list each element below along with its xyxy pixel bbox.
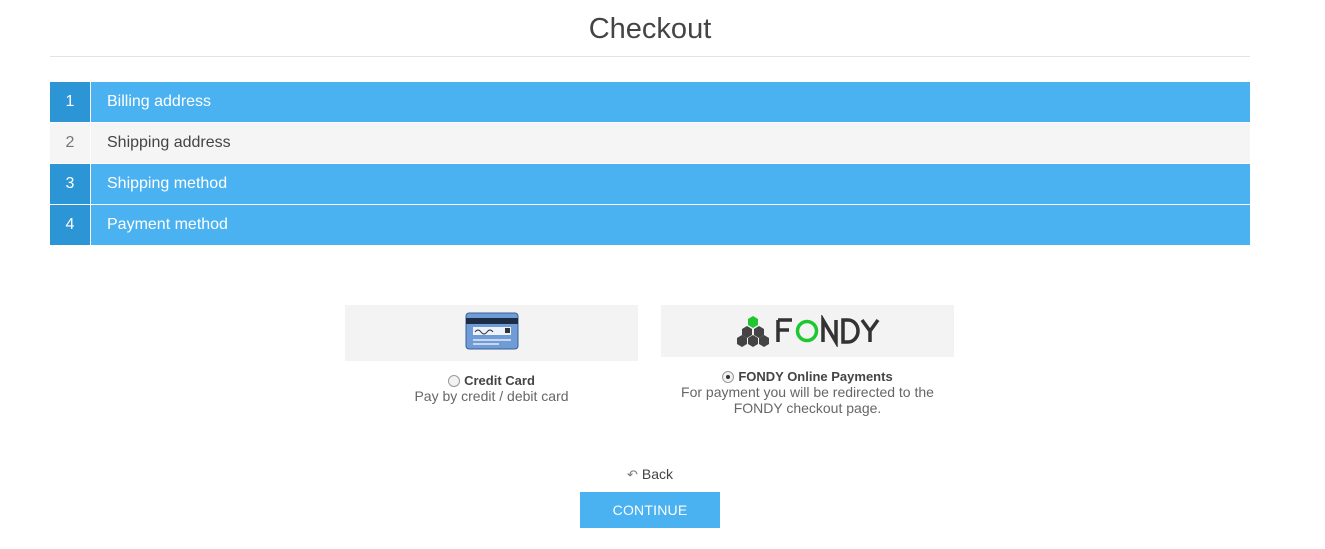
credit-card-icon (465, 312, 519, 355)
step-number: 1 (50, 82, 91, 122)
step-number: 2 (50, 123, 91, 163)
payment-method-description: For payment you will be redirected to th… (681, 384, 934, 416)
fondy-wordmark (775, 315, 879, 347)
payment-option-credit-card[interactable]: Credit Card Pay by credit / debit card (345, 305, 638, 404)
credit-card-radio[interactable] (448, 374, 461, 387)
payment-option-fondy[interactable]: FONDY Online Payments For payment you wi… (661, 305, 954, 416)
step-label: Billing address (107, 93, 212, 110)
back-link[interactable]: ↶ Back (600, 466, 700, 483)
continue-button[interactable]: CONTINUE (580, 492, 720, 528)
step-label: Shipping method (107, 175, 228, 192)
payment-method-name: Credit Card (464, 373, 535, 388)
checkout-steps: 1 Billing address 2 Shipping address 3 S… (50, 82, 1250, 246)
step-shipping-method[interactable]: 3 Shipping method (50, 164, 1250, 204)
title-divider (50, 56, 1250, 57)
step-number: 4 (50, 205, 91, 245)
page-title: Checkout (588, 13, 712, 45)
back-label: Back (641, 466, 674, 482)
fondy-logo-box[interactable] (661, 305, 954, 357)
step-number: 3 (50, 164, 91, 204)
credit-card-option-label[interactable]: Credit Card (345, 373, 638, 388)
fondy-logo (736, 315, 880, 347)
payment-method-description: Pay by credit / debit card (414, 388, 569, 404)
step-payment-method[interactable]: 4 Payment method (50, 205, 1250, 245)
step-label: Shipping address (107, 134, 231, 151)
credit-card-logo-box[interactable] (345, 305, 638, 361)
step-billing-address[interactable]: 1 Billing address (50, 82, 1250, 122)
payment-method-name: FONDY Online Payments (738, 369, 893, 384)
back-arrow-icon: ↶ (626, 467, 638, 482)
fondy-option-label[interactable]: FONDY Online Payments (661, 369, 954, 384)
fondy-radio[interactable] (722, 370, 735, 383)
step-shipping-address[interactable]: 2 Shipping address (50, 123, 1250, 163)
step-label: Payment method (107, 216, 228, 233)
